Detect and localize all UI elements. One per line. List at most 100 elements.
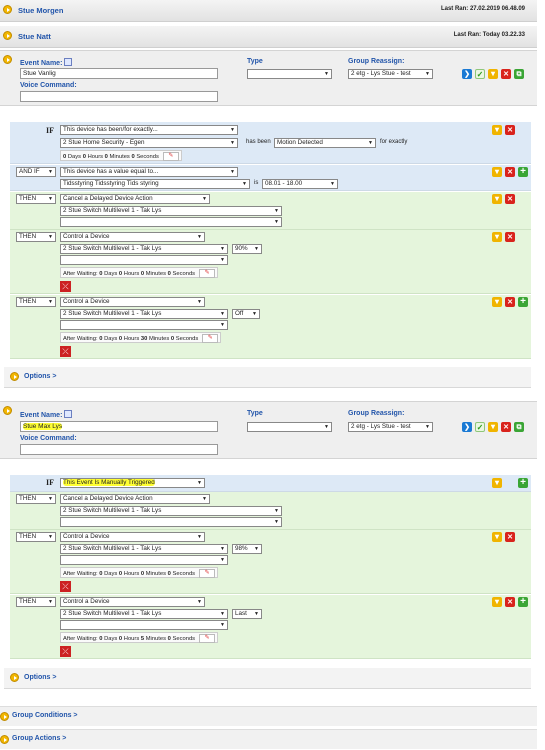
event-row-stue-morgen[interactable]: Stue Morgen Last Ran: 27.02.2019 06.48.0… <box>0 0 537 22</box>
device-select[interactable]: 2 Stue Switch Multilevel 1 - Tak Lys ▼ <box>60 609 228 619</box>
event-title[interactable]: Stue Natt <box>18 32 51 41</box>
level-select[interactable]: 98% ▼ <box>232 544 262 554</box>
pencil-icon[interactable]: ✎ <box>199 269 216 278</box>
pencil-icon[interactable]: ✎ <box>199 634 216 643</box>
value-select[interactable]: 08.01 - 18.00 ▼ <box>262 179 338 189</box>
cancel-delay-icon[interactable]: ⤫ <box>60 281 71 292</box>
move-icon[interactable] <box>488 422 498 432</box>
group-select[interactable]: 2 etg - Lys Stue - test ▼ <box>348 422 433 432</box>
operator-select[interactable]: THEN ▼ <box>16 597 56 607</box>
action-select[interactable]: Control a Device ▼ <box>60 597 205 607</box>
move-icon[interactable] <box>492 297 502 307</box>
pencil-icon[interactable]: ✎ <box>199 569 216 578</box>
move-icon[interactable] <box>492 125 502 135</box>
operator-select[interactable]: THEN ▼ <box>16 194 56 204</box>
move-icon[interactable] <box>492 194 502 204</box>
group-actions-bar[interactable]: Group Actions > <box>0 729 537 749</box>
event-name-input[interactable]: Stue Vanlig <box>20 68 218 79</box>
delete-icon[interactable] <box>505 597 515 607</box>
save-icon[interactable] <box>475 422 485 432</box>
operator-select[interactable]: THEN ▼ <box>16 532 56 542</box>
options-link[interactable]: Options > <box>24 674 56 681</box>
delete-icon[interactable] <box>501 422 511 432</box>
copy-icon[interactable] <box>514 69 524 79</box>
device-select[interactable]: 2 Stue Switch Multilevel 1 - Tak Lys ▼ <box>60 309 228 319</box>
device-select[interactable]: Tidsstyring Tidsstyring Tids styring ▼ <box>60 179 250 189</box>
parameter-select[interactable]: ▼ <box>60 555 228 565</box>
move-icon[interactable] <box>492 167 502 177</box>
device-select[interactable]: 2 Stue Switch Multilevel 1 - Tak Lys ▼ <box>60 206 282 216</box>
copy-icon[interactable] <box>514 422 524 432</box>
delete-icon[interactable] <box>505 297 515 307</box>
action-select[interactable]: Control a Device ▼ <box>60 232 205 242</box>
expand-icon[interactable] <box>10 372 19 381</box>
condition-select[interactable]: This device has been/for exactly... ▼ <box>60 125 238 135</box>
level-select[interactable]: 90% ▼ <box>232 244 262 254</box>
expand-icon[interactable] <box>3 5 12 14</box>
run-icon[interactable] <box>462 422 472 432</box>
operator-select[interactable]: THEN ▼ <box>16 297 56 307</box>
device-select[interactable]: 2 Stue Switch Multilevel 1 - Tak Lys ▼ <box>60 244 228 254</box>
run-icon[interactable] <box>462 69 472 79</box>
delete-icon[interactable] <box>505 232 515 242</box>
notes-icon[interactable] <box>64 410 73 418</box>
collapse-icon[interactable] <box>3 55 12 64</box>
cancel-delay-icon[interactable]: ⤫ <box>60 646 71 657</box>
collapse-icon[interactable] <box>3 406 12 415</box>
cancel-delay-icon[interactable]: ⤫ <box>60 346 71 357</box>
operator-select[interactable]: THEN ▼ <box>16 232 56 242</box>
type-select[interactable]: ▼ <box>247 69 332 79</box>
add-icon[interactable] <box>518 597 528 607</box>
expand-icon[interactable] <box>0 712 9 721</box>
parameter-select[interactable]: ▼ <box>60 217 282 227</box>
action-select[interactable]: Cancel a Delayed Device Action ▼ <box>60 194 210 204</box>
delete-icon[interactable] <box>505 194 515 204</box>
device-select[interactable]: 2 Stue Switch Multilevel 1 - Tak Lys ▼ <box>60 544 228 554</box>
delete-icon[interactable] <box>505 532 515 542</box>
pencil-icon[interactable]: ✎ <box>162 152 179 161</box>
level-select[interactable]: Last ▼ <box>232 609 262 619</box>
pencil-icon[interactable]: ✎ <box>202 334 219 343</box>
parameter-select[interactable]: ▼ <box>60 517 282 527</box>
add-icon[interactable] <box>518 478 528 488</box>
notes-icon[interactable] <box>64 58 73 66</box>
level-select[interactable]: Off ▼ <box>232 309 260 319</box>
move-icon[interactable] <box>492 597 502 607</box>
expand-icon[interactable] <box>3 31 12 40</box>
condition-select[interactable]: This Event Is Manually Triggered ▼ <box>60 478 205 488</box>
parameter-select[interactable]: ▼ <box>60 620 228 630</box>
device-select[interactable]: 2 Stue Switch Multilevel 1 - Tak Lys ▼ <box>60 506 282 516</box>
cancel-delay-icon[interactable]: ⤫ <box>60 581 71 592</box>
expand-icon[interactable] <box>10 673 19 682</box>
parameter-select[interactable]: ▼ <box>60 320 228 330</box>
event-row-stue-natt[interactable]: Stue Natt Last Ran: Today 03.22.33 <box>0 26 537 48</box>
options-bar[interactable]: Options > <box>4 367 531 388</box>
event-title[interactable]: Stue Morgen <box>18 6 63 15</box>
move-icon[interactable] <box>492 532 502 542</box>
group-conditions-bar[interactable]: Group Conditions > <box>0 706 537 726</box>
move-icon[interactable] <box>492 232 502 242</box>
group-select[interactable]: 2 etg - Lys Stue - test ▼ <box>348 69 433 79</box>
after-waiting-field[interactable]: After Waiting: 0 Days 0 Hours 0 Minutes … <box>60 567 219 578</box>
move-icon[interactable] <box>492 478 502 488</box>
event-name-input[interactable]: Stue Max Lys <box>20 421 218 432</box>
action-select[interactable]: Control a Device ▼ <box>60 297 205 307</box>
after-waiting-field[interactable]: After Waiting: 0 Days 0 Hours 0 Minutes … <box>60 267 219 278</box>
operator-select[interactable]: THEN ▼ <box>16 494 56 504</box>
save-icon[interactable] <box>475 69 485 79</box>
voice-command-input[interactable] <box>20 91 218 102</box>
add-icon[interactable] <box>518 297 528 307</box>
state-select[interactable]: Motion Detected ▼ <box>274 138 376 148</box>
group-conditions-link[interactable]: Group Conditions > <box>12 712 78 719</box>
device-select[interactable]: 2 Stue Home Security - Egen ▼ <box>60 138 238 148</box>
group-actions-link[interactable]: Group Actions > <box>12 735 66 742</box>
duration-field[interactable]: 0 Days 0 Hours 0 Minutes 0 Seconds ✎ <box>60 150 182 161</box>
operator-select[interactable]: AND IF ▼ <box>16 167 56 177</box>
after-waiting-field[interactable]: After Waiting: 0 Days 0 Hours 30 Minutes… <box>60 332 222 343</box>
move-icon[interactable] <box>488 69 498 79</box>
delete-icon[interactable] <box>505 167 515 177</box>
after-waiting-field[interactable]: After Waiting: 0 Days 0 Hours 5 Minutes … <box>60 632 219 643</box>
voice-command-input[interactable] <box>20 444 218 455</box>
delete-icon[interactable] <box>505 125 515 135</box>
type-select[interactable]: ▼ <box>247 422 332 432</box>
